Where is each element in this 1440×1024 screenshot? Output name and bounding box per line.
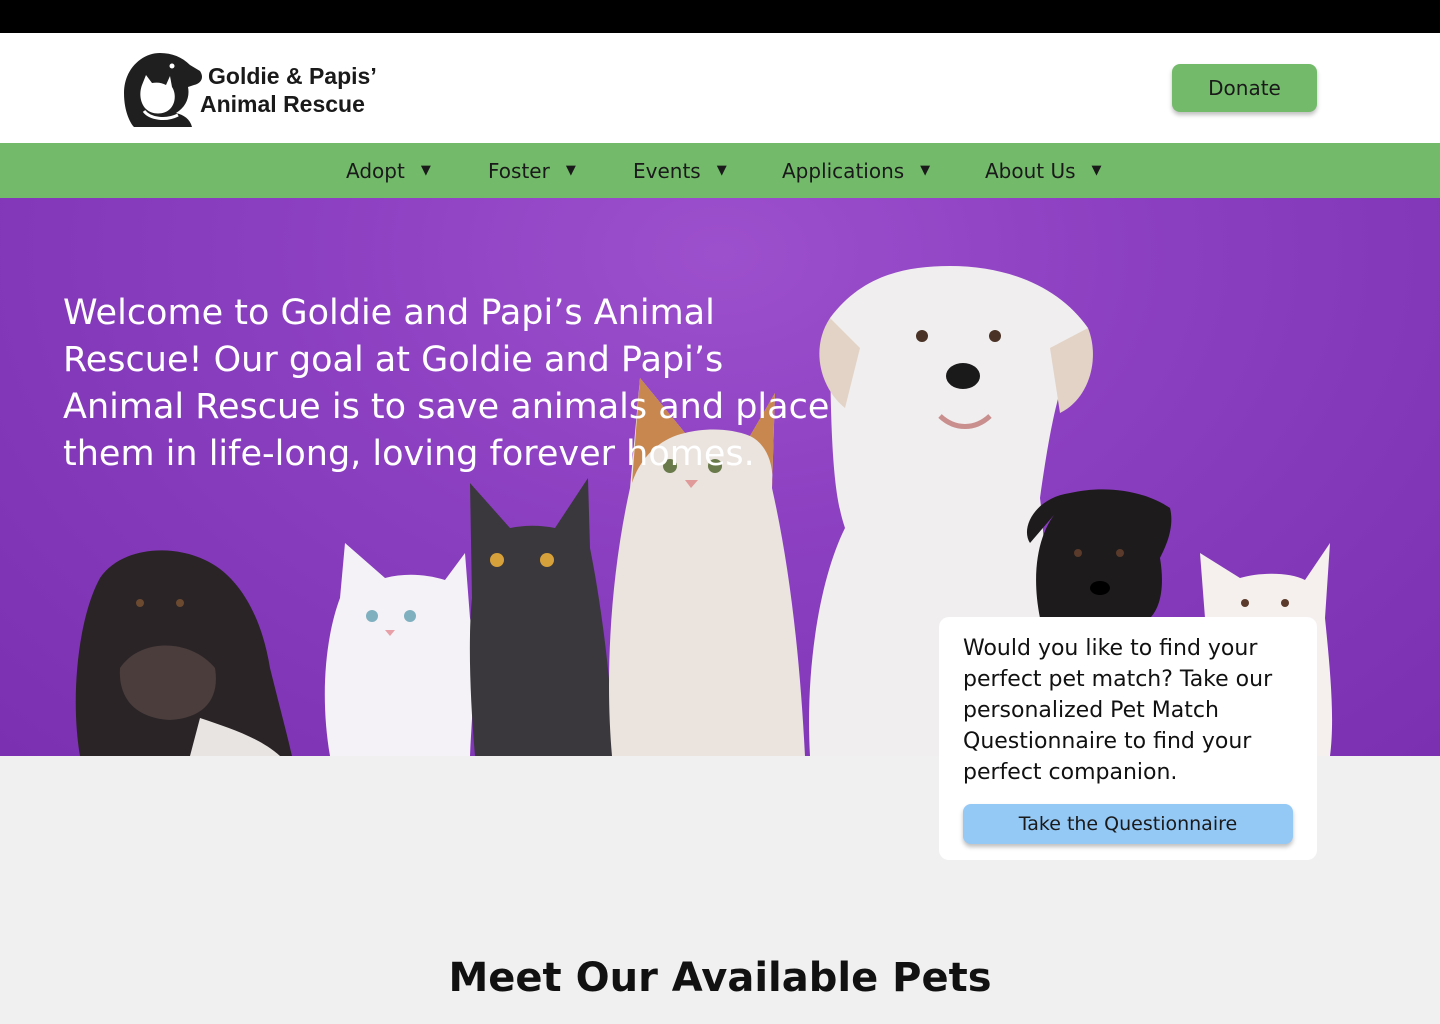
black-cat-image <box>469 478 615 756</box>
nav-item-foster[interactable]: Foster ▼ <box>488 143 576 198</box>
nav-item-about-us[interactable]: About Us ▼ <box>985 143 1102 198</box>
nav-item-adopt[interactable]: Adopt ▼ <box>346 143 431 198</box>
black-dog-image <box>1026 489 1172 618</box>
nav-item-label: Events <box>633 158 701 183</box>
logo-line-1: Goldie & Papis’ <box>208 63 377 89</box>
donate-button[interactable]: Donate <box>1172 64 1317 112</box>
white-cat-image <box>324 543 475 756</box>
nav-item-applications[interactable]: Applications ▼ <box>782 143 930 198</box>
site-header: Goldie & Papis’ Animal Rescue Donate <box>0 33 1440 143</box>
hero-welcome-text: Welcome to Goldie and Papi’s Animal Resc… <box>63 293 830 474</box>
pet-match-card: Would you like to find your perfect pet … <box>939 617 1317 860</box>
logo-wordmark: Goldie & Papis’ Animal Rescue <box>200 62 377 118</box>
nav-item-label: About Us <box>985 158 1076 183</box>
logo-line-2: Animal Rescue <box>200 91 365 117</box>
nav-item-events[interactable]: Events ▼ <box>633 143 727 198</box>
nav-item-label: Adopt <box>346 158 405 183</box>
caret-down-icon: ▼ <box>1091 163 1102 178</box>
dog-cat-logo-icon <box>124 53 202 127</box>
caret-down-icon: ▼ <box>920 163 931 178</box>
site-logo[interactable]: Goldie & Papis’ Animal Rescue <box>120 49 410 127</box>
available-pets-heading: Meet Our Available Pets <box>448 955 992 1001</box>
take-questionnaire-button[interactable]: Take the Questionnaire <box>963 804 1293 844</box>
caret-down-icon: ▼ <box>420 163 431 178</box>
main-nav: Adopt ▼ Foster ▼ Events ▼ Applications ▼… <box>0 143 1440 198</box>
pet-match-text: Would you like to find your perfect pet … <box>963 636 1273 785</box>
nav-item-label: Applications <box>782 158 905 183</box>
top-bar <box>0 0 1440 33</box>
caret-down-icon: ▼ <box>565 163 576 178</box>
shaggy-dog-image <box>75 550 292 756</box>
caret-down-icon: ▼ <box>716 163 727 178</box>
nav-item-label: Foster <box>488 158 550 183</box>
